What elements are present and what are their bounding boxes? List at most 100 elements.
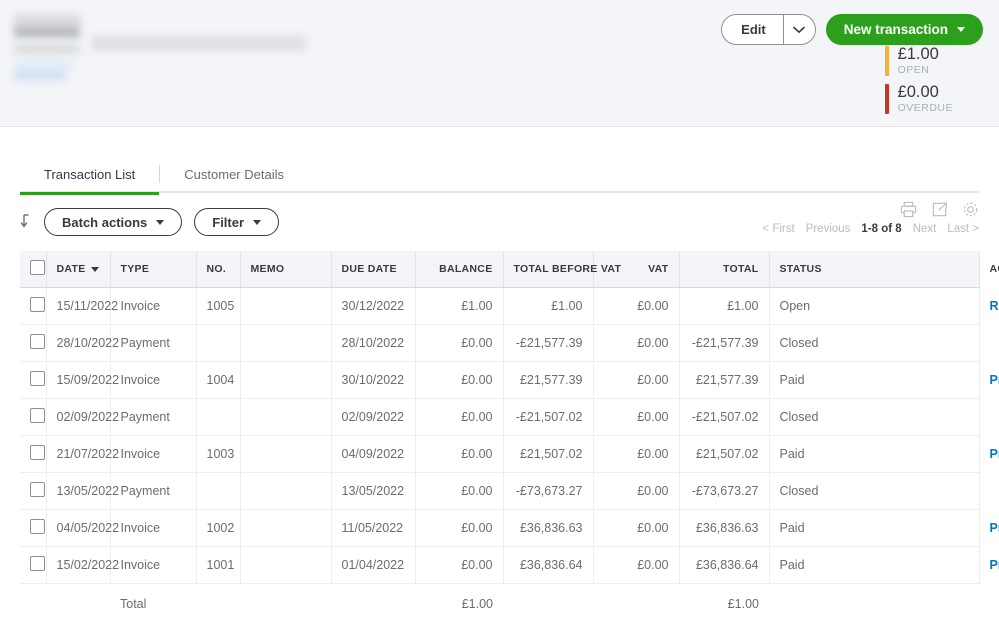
row-action-button[interactable]: Print: [990, 521, 999, 535]
redacted-block: [14, 25, 80, 38]
edit-split-button[interactable]: Edit: [721, 14, 816, 45]
col-type-label: TYPE: [121, 263, 150, 275]
col-total[interactable]: TOTAL: [679, 251, 769, 288]
cell-due-date: 01/04/2022: [331, 547, 415, 584]
row-checkbox[interactable]: [30, 482, 45, 497]
tab-transaction-list[interactable]: Transaction List: [20, 167, 159, 193]
edit-button-label[interactable]: Edit: [722, 15, 783, 44]
cell-no: 1001: [196, 547, 240, 584]
edit-dropdown-toggle[interactable]: [784, 15, 815, 44]
row-action-button[interactable]: Print: [990, 558, 999, 572]
col-memo-label: MEMO: [251, 263, 285, 275]
status-summaries: £1.00 OPEN £0.00 OVERDUE: [885, 46, 953, 122]
cell-total: -£73,673.27: [679, 473, 769, 510]
col-no-label: NO.: [207, 263, 227, 275]
col-vat-label: VAT: [648, 263, 668, 275]
cell-vat: £0.00: [593, 288, 679, 325]
row-checkbox-cell: [20, 473, 46, 510]
cell-due-date: 30/10/2022: [331, 362, 415, 399]
cell-balance: £1.00: [415, 288, 503, 325]
col-balance[interactable]: BALANCE: [415, 251, 503, 288]
row-checkbox[interactable]: [30, 556, 45, 571]
print-icon[interactable]: [900, 201, 917, 218]
cell-status: Open: [769, 288, 979, 325]
select-all-checkbox[interactable]: [30, 260, 45, 275]
chevron-down-icon: [253, 220, 261, 225]
pagination-next[interactable]: Next: [913, 223, 937, 235]
cell-total-before-vat: £36,836.63: [503, 510, 593, 547]
col-total-before-vat[interactable]: TOTAL BEFORE VAT: [503, 251, 593, 288]
col-memo[interactable]: MEMO: [240, 251, 331, 288]
total-label: Total: [110, 584, 196, 619]
cell-no: 1003: [196, 436, 240, 473]
table-row[interactable]: 15/02/2022Invoice100101/04/2022£0.00£36,…: [20, 547, 979, 584]
col-type[interactable]: TYPE: [110, 251, 196, 288]
row-checkbox[interactable]: [30, 371, 45, 386]
row-checkbox[interactable]: [30, 334, 45, 349]
col-date[interactable]: DATE: [46, 251, 110, 288]
row-checkbox[interactable]: [30, 519, 45, 534]
gear-icon[interactable]: [962, 201, 979, 218]
new-transaction-button[interactable]: New transaction: [826, 14, 983, 45]
cell-vat: £0.00: [593, 510, 679, 547]
cell-total-before-vat: £1.00: [503, 288, 593, 325]
row-checkbox[interactable]: [30, 445, 45, 460]
cell-total: £36,836.63: [679, 510, 769, 547]
redacted-block: [14, 43, 80, 55]
total-total: £1.00: [679, 584, 769, 619]
cell-balance: £0.00: [415, 510, 503, 547]
table-row[interactable]: 28/10/2022Payment28/10/2022£0.00-£21,577…: [20, 325, 979, 362]
filter-button[interactable]: Filter: [194, 208, 279, 236]
cell-status: Paid: [769, 436, 979, 473]
cell-due-date: 28/10/2022: [331, 325, 415, 362]
cell-memo: [240, 547, 331, 584]
table-row[interactable]: 04/05/2022Invoice100211/05/2022£0.00£36,…: [20, 510, 979, 547]
cell-total-before-vat: -£21,507.02: [503, 399, 593, 436]
row-action-button[interactable]: Print: [990, 447, 999, 461]
pagination-last[interactable]: Last >: [947, 223, 979, 235]
chevron-down-icon: [156, 220, 164, 225]
row-checkbox[interactable]: [30, 408, 45, 423]
cell-memo: [240, 288, 331, 325]
cell-total-before-vat: £21,507.02: [503, 436, 593, 473]
row-action-button[interactable]: Print: [990, 373, 999, 387]
export-icon[interactable]: [931, 201, 948, 218]
cell-total: £21,577.39: [679, 362, 769, 399]
cell-memo: [240, 473, 331, 510]
tab-customer-details[interactable]: Customer Details: [160, 167, 308, 193]
col-due-date[interactable]: DUE DATE: [331, 251, 415, 288]
total-spacer: [240, 584, 331, 619]
cell-balance: £0.00: [415, 436, 503, 473]
cell-date: 28/10/2022: [46, 325, 110, 362]
cell-balance: £0.00: [415, 547, 503, 584]
cell-no: [196, 473, 240, 510]
select-all-header: [20, 251, 46, 288]
cell-memo: [240, 399, 331, 436]
tab-customer-details-label: Customer Details: [184, 167, 284, 182]
cell-total: £1.00: [679, 288, 769, 325]
sort-arrow-icon[interactable]: [20, 212, 36, 232]
row-action-button[interactable]: Receive payment: [990, 299, 999, 313]
table-row[interactable]: 15/09/2022Invoice100430/10/2022£0.00£21,…: [20, 362, 979, 399]
row-checkbox-cell: [20, 399, 46, 436]
cell-no: 1002: [196, 510, 240, 547]
cell-status: Paid: [769, 510, 979, 547]
cell-due-date: 11/05/2022: [331, 510, 415, 547]
cell-vat: £0.00: [593, 325, 679, 362]
pagination-first[interactable]: < First: [762, 223, 794, 235]
cell-type: Invoice: [110, 510, 196, 547]
pagination-previous[interactable]: Previous: [806, 223, 851, 235]
row-checkbox[interactable]: [30, 297, 45, 312]
table-row[interactable]: 13/05/2022Payment13/05/2022£0.00-£73,673…: [20, 473, 979, 510]
header-actions: Edit New transaction: [721, 14, 983, 45]
table-row[interactable]: 21/07/2022Invoice100304/09/2022£0.00£21,…: [20, 436, 979, 473]
table-row[interactable]: 15/11/2022Invoice100530/12/2022£1.00£1.0…: [20, 288, 979, 325]
batch-actions-button[interactable]: Batch actions: [44, 208, 182, 236]
col-status[interactable]: STATUS: [769, 251, 979, 288]
cell-no: [196, 325, 240, 362]
table-row[interactable]: 02/09/2022Payment02/09/2022£0.00-£21,507…: [20, 399, 979, 436]
cell-vat: £0.00: [593, 436, 679, 473]
cell-date: 21/07/2022: [46, 436, 110, 473]
col-no[interactable]: NO.: [196, 251, 240, 288]
tab-bar: Transaction List Customer Details: [0, 149, 999, 193]
